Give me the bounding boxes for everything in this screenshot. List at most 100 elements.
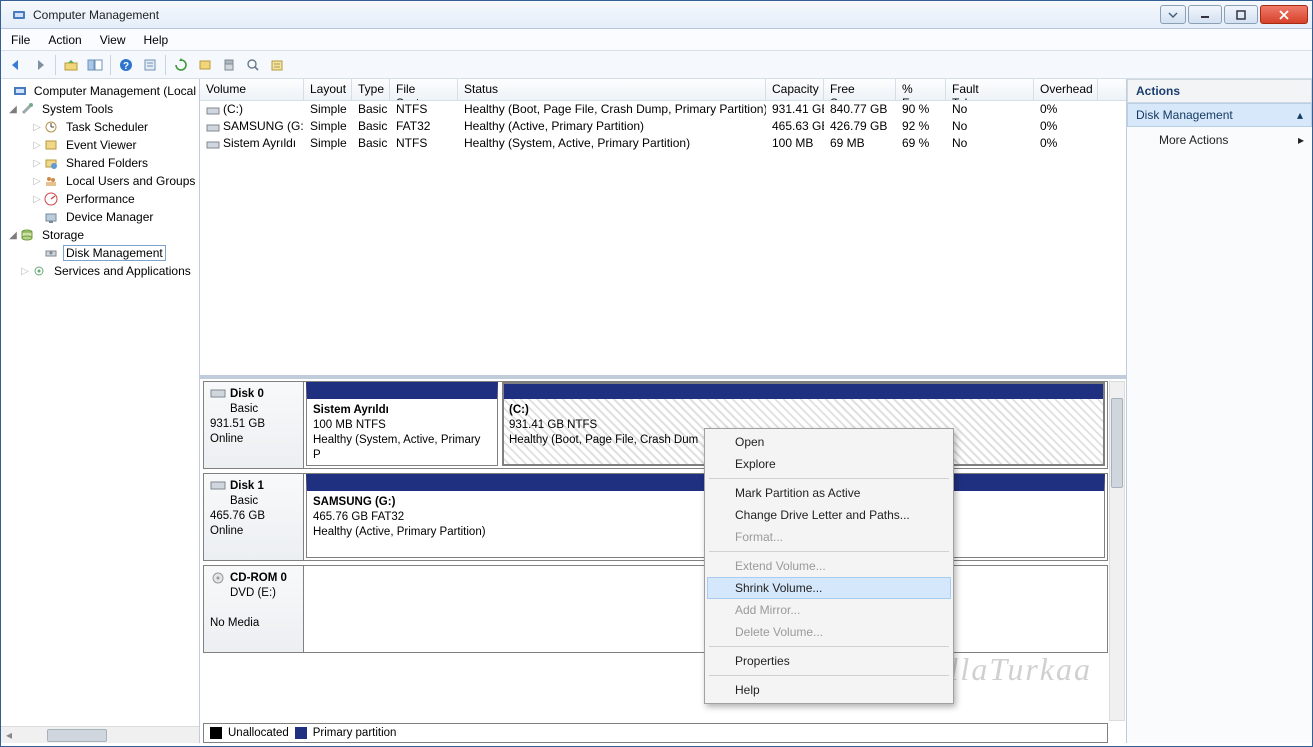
cm-extend-volume: Extend Volume... — [707, 555, 951, 577]
cm-shrink-volume[interactable]: Shrink Volume... — [707, 577, 951, 599]
cm-add-mirror: Add Mirror... — [707, 599, 951, 621]
submenu-arrow-icon: ▸ — [1298, 133, 1304, 147]
cm-format: Format... — [707, 526, 951, 548]
actions-section-disk-management[interactable]: Disk Management ▴ — [1127, 103, 1312, 127]
expand-icon[interactable]: ▷ — [19, 266, 31, 277]
device-manager-icon — [43, 209, 59, 225]
volume-table-header: Volume Layout Type File System Status Ca… — [200, 79, 1126, 101]
collapse-icon: ▴ — [1297, 108, 1303, 122]
legend-primary-label: Primary partition — [313, 727, 397, 739]
tree-shared-folders[interactable]: ▷ Shared Folders — [1, 154, 199, 172]
cm-properties[interactable]: Properties — [707, 650, 951, 672]
volume-table: Volume Layout Type File System Status Ca… — [200, 79, 1126, 379]
cm-explore[interactable]: Explore — [707, 453, 951, 475]
action-more-actions[interactable]: More Actions ▸ — [1127, 127, 1312, 153]
tree-services-apps[interactable]: ▷ Services and Applications — [1, 262, 199, 280]
disk-management-pane: Volume Layout Type File System Status Ca… — [200, 79, 1127, 743]
tree-root[interactable]: Computer Management (Local — [1, 82, 199, 100]
volume-row[interactable]: Sistem Ayrıldı Simple Basic NTFS Healthy… — [200, 135, 1126, 152]
disk-vertical-scrollbar[interactable] — [1109, 381, 1125, 721]
disk-row-1[interactable]: Disk 1 Basic 465.76 GB Online SAMSUNG (G… — [203, 473, 1108, 561]
col-ft[interactable]: Fault Tolerance — [946, 79, 1034, 100]
services-apps-icon — [31, 263, 47, 279]
storage-icon — [19, 227, 35, 243]
help-icon[interactable]: ? — [115, 54, 137, 76]
titlebar: Computer Management — [1, 1, 1312, 29]
tree-horizontal-scrollbar[interactable]: ◂ — [1, 726, 199, 743]
volume-row[interactable]: (C:) Simple Basic NTFS Healthy (Boot, Pa… — [200, 101, 1126, 118]
close-button[interactable] — [1260, 5, 1308, 24]
tree-system-tools[interactable]: ◢ System Tools — [1, 100, 199, 118]
disk-row-cdrom[interactable]: CD-ROM 0 DVD (E:) No Media — [203, 565, 1108, 653]
tree-disk-management[interactable]: Disk Management — [1, 244, 199, 262]
collapse-icon[interactable]: ◢ — [7, 230, 19, 241]
cm-open[interactable]: Open — [707, 431, 951, 453]
tb-icon-6[interactable] — [218, 54, 240, 76]
legend: Unallocated Primary partition — [203, 723, 1108, 743]
tb-icon-5[interactable] — [194, 54, 216, 76]
disk-0-label: Disk 0 Basic 931.51 GB Online — [204, 382, 304, 468]
cm-change-letter[interactable]: Change Drive Letter and Paths... — [707, 504, 951, 526]
expand-icon[interactable]: ▷ — [31, 158, 43, 169]
tree-pane: Computer Management (Local ◢ System Tool… — [1, 79, 200, 743]
cdrom-label: CD-ROM 0 DVD (E:) No Media — [204, 566, 304, 652]
col-fs[interactable]: File System — [390, 79, 458, 100]
menu-help[interactable]: Help — [144, 33, 169, 47]
app-icon — [11, 7, 27, 23]
actions-pane: Actions Disk Management ▴ More Actions ▸ — [1127, 79, 1312, 743]
nav-back-button[interactable] — [5, 54, 27, 76]
tree-performance[interactable]: ▷ Performance — [1, 190, 199, 208]
collapse-icon[interactable]: ◢ — [7, 104, 19, 115]
col-oh[interactable]: Overhead — [1034, 79, 1098, 100]
show-hide-tree-button[interactable] — [84, 54, 106, 76]
menu-view[interactable]: View — [100, 33, 126, 47]
toolbar: ? — [1, 51, 1312, 79]
tree-event-viewer[interactable]: ▷ Event Viewer — [1, 136, 199, 154]
col-type[interactable]: Type — [352, 79, 390, 100]
disk-management-icon — [43, 245, 59, 261]
volume-row[interactable]: SAMSUNG (G:) Simple Basic FAT32 Healthy … — [200, 118, 1126, 135]
shared-folders-icon — [43, 155, 59, 171]
expand-icon[interactable]: ▷ — [31, 122, 43, 133]
expand-icon[interactable]: ▷ — [31, 140, 43, 151]
col-volume[interactable]: Volume — [200, 79, 304, 100]
event-viewer-icon — [43, 137, 59, 153]
tree-storage[interactable]: ◢ Storage — [1, 226, 199, 244]
help-dropdown-button[interactable] — [1160, 5, 1186, 24]
col-status[interactable]: Status — [458, 79, 766, 100]
tree-local-users-groups[interactable]: ▷ Local Users and Groups — [1, 172, 199, 190]
tb-icon-7[interactable] — [242, 54, 264, 76]
expand-icon[interactable]: ▷ — [31, 194, 43, 205]
up-button[interactable] — [60, 54, 82, 76]
properties-icon[interactable] — [139, 54, 161, 76]
col-layout[interactable]: Layout — [304, 79, 352, 100]
menu-action[interactable]: Action — [48, 33, 81, 47]
context-menu: Open Explore Mark Partition as Active Ch… — [704, 428, 954, 704]
scrollbar-thumb[interactable] — [47, 729, 107, 742]
disk-row-0[interactable]: Disk 0 Basic 931.51 GB Online Sistem Ayr… — [203, 381, 1108, 469]
tree-device-manager[interactable]: Device Manager — [1, 208, 199, 226]
actions-section-label: Disk Management — [1136, 108, 1233, 122]
col-free[interactable]: Free Space — [824, 79, 896, 100]
maximize-button[interactable] — [1224, 5, 1258, 24]
disk-1-label: Disk 1 Basic 465.76 GB Online — [204, 474, 304, 560]
cm-mark-active[interactable]: Mark Partition as Active — [707, 482, 951, 504]
volume-icon — [206, 139, 220, 149]
scrollbar-thumb[interactable] — [1111, 398, 1123, 488]
task-scheduler-icon — [43, 119, 59, 135]
refresh-icon[interactable] — [170, 54, 192, 76]
tree-task-scheduler[interactable]: ▷ Task Scheduler — [1, 118, 199, 136]
cm-help[interactable]: Help — [707, 679, 951, 701]
expand-icon[interactable]: ▷ — [31, 176, 43, 187]
svg-text:?: ? — [123, 61, 129, 72]
col-capacity[interactable]: Capacity — [766, 79, 824, 100]
legend-primary-swatch — [295, 727, 307, 739]
nav-forward-button[interactable] — [29, 54, 51, 76]
content: Computer Management (Local ◢ System Tool… — [1, 79, 1312, 743]
menu-file[interactable]: File — [11, 33, 30, 47]
minimize-button[interactable] — [1188, 5, 1222, 24]
partition-sistem-ayrildi[interactable]: Sistem Ayrıldı 100 MB NTFS Healthy (Syst… — [306, 382, 498, 466]
performance-icon — [43, 191, 59, 207]
col-pfree[interactable]: % Free — [896, 79, 946, 100]
tb-icon-8[interactable] — [266, 54, 288, 76]
